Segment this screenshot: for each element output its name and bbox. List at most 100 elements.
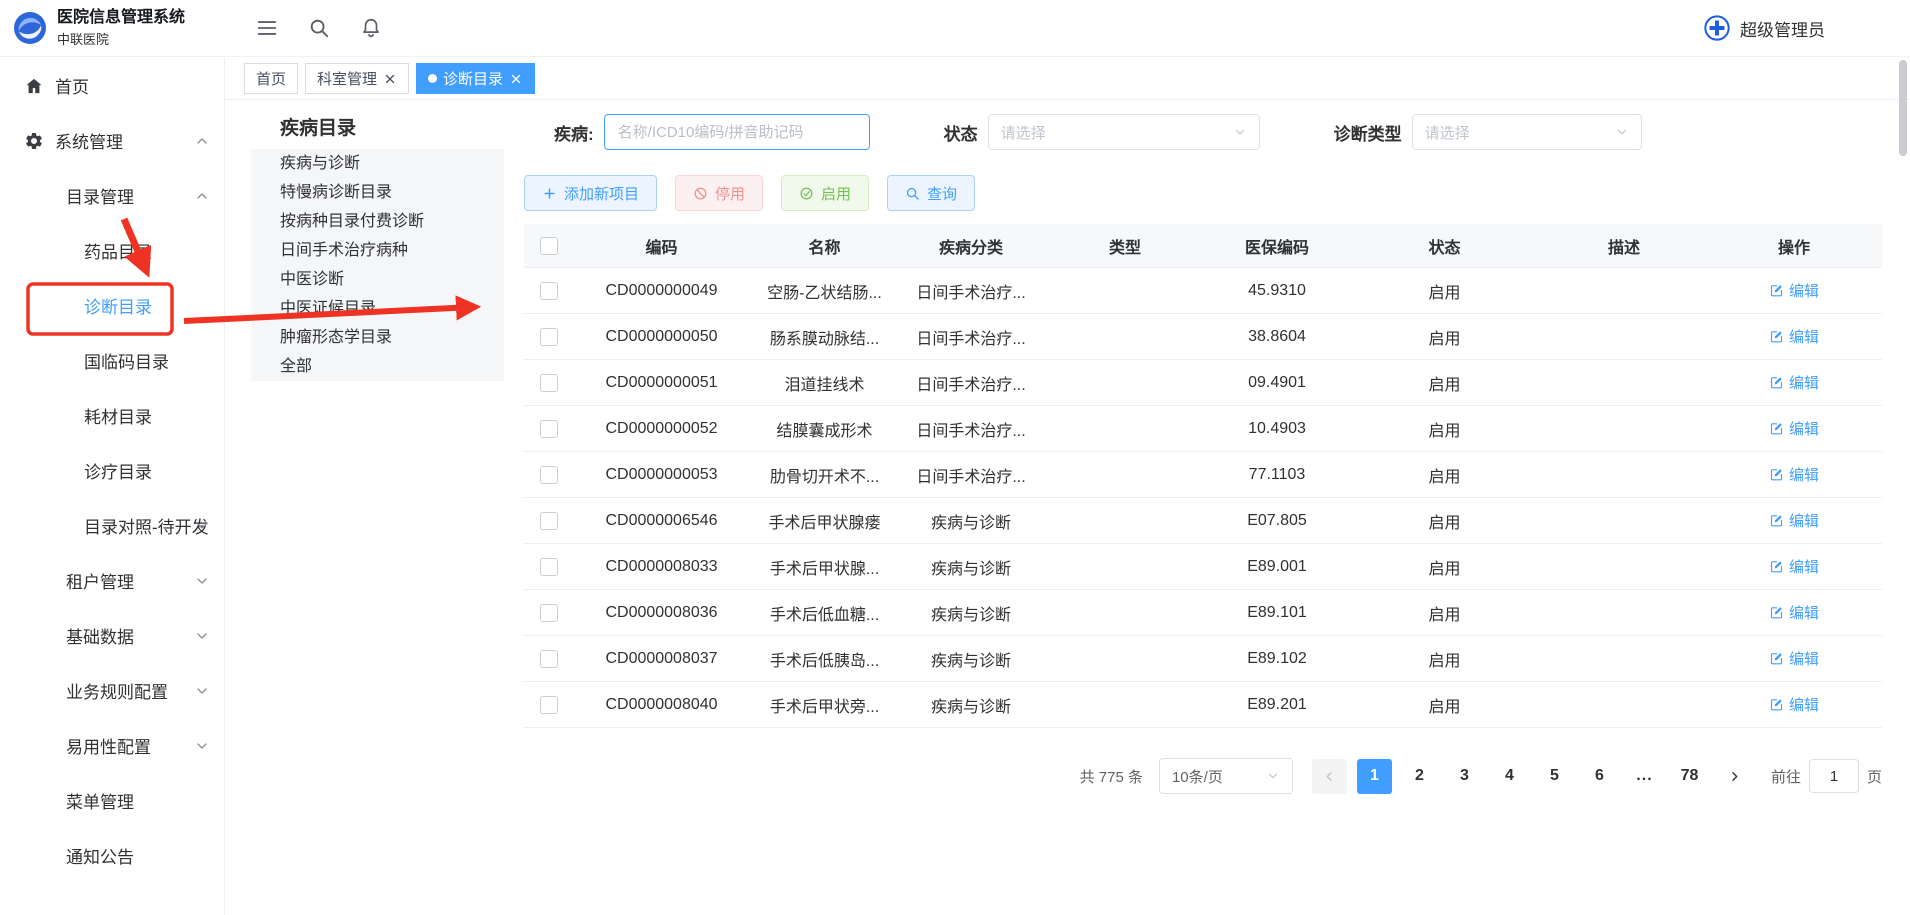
vertical-scrollbar[interactable]	[1899, 60, 1907, 156]
page-button[interactable]: 78	[1672, 759, 1707, 794]
close-tab-icon[interactable]	[383, 72, 397, 86]
page-button[interactable]: 3	[1447, 759, 1482, 794]
disease-search-input[interactable]	[604, 114, 870, 150]
sidebar-item-national-code-catalog[interactable]: 国临码目录	[0, 333, 224, 388]
plus-icon	[542, 186, 557, 201]
goto-page-input[interactable]	[1809, 759, 1859, 793]
sidebar-item-base-data[interactable]: 基础数据	[0, 608, 224, 663]
notification-button[interactable]	[360, 17, 382, 39]
edit-button[interactable]: 编辑	[1769, 326, 1819, 347]
sidebar-item-label: 基础数据	[66, 623, 134, 648]
page-button[interactable]: 4	[1492, 759, 1527, 794]
edit-button[interactable]: 编辑	[1769, 694, 1819, 715]
page-button[interactable]: 6	[1582, 759, 1617, 794]
sidebar-item-label: 国临码目录	[84, 348, 169, 373]
catalog-item[interactable]: 疾病与诊断	[251, 149, 504, 178]
cell-code: CD0000000049	[573, 282, 750, 300]
next-page-button[interactable]	[1717, 759, 1752, 794]
row-checkbox[interactable]	[540, 282, 558, 300]
catalog-item[interactable]: 肿瘤形态学目录	[251, 323, 504, 352]
edit-button[interactable]: 编辑	[1769, 372, 1819, 393]
sidebar-item-business-rules[interactable]: 业务规则配置	[0, 663, 224, 718]
row-checkbox[interactable]	[540, 328, 558, 346]
close-tab-icon[interactable]	[509, 72, 523, 86]
sidebar-item-system-mgmt[interactable]: 系统管理	[0, 113, 224, 168]
catalog-item[interactable]: 全部	[251, 352, 504, 381]
sidebar-item-label: 首页	[55, 73, 89, 98]
catalog-item[interactable]: 按病种目录付费诊断	[251, 207, 504, 236]
row-checkbox[interactable]	[540, 604, 558, 622]
catalog-panel-title: 疾病目录	[251, 113, 504, 140]
sidebar-item-notice[interactable]: 通知公告	[0, 828, 224, 883]
edit-button[interactable]: 编辑	[1769, 418, 1819, 439]
sidebar-item-label: 业务规则配置	[66, 678, 168, 703]
sidebar-item-usability-config[interactable]: 易用性配置	[0, 718, 224, 773]
prev-page-button[interactable]	[1312, 759, 1347, 794]
sidebar-item-consumables-catalog[interactable]: 耗材目录	[0, 388, 224, 443]
diagnosis-type-select[interactable]: 请选择	[1412, 114, 1642, 150]
edit-button[interactable]: 编辑	[1769, 556, 1819, 577]
edit-button[interactable]: 编辑	[1769, 602, 1819, 623]
cell-status: 启用	[1347, 601, 1542, 625]
sidebar-item-tenant-mgmt[interactable]: 租户管理	[0, 553, 224, 608]
select-all-checkbox[interactable]	[540, 237, 558, 255]
disable-button[interactable]: 停用	[675, 175, 763, 211]
type-filter-label: 诊断类型	[1334, 120, 1402, 145]
row-checkbox[interactable]	[540, 650, 558, 668]
add-item-button[interactable]: 添加新项目	[524, 175, 657, 211]
cell-name: 空肠-乙状结肠...	[750, 279, 899, 303]
cell-status: 启用	[1347, 647, 1542, 671]
edit-button[interactable]: 编辑	[1769, 648, 1819, 669]
query-button[interactable]: 查询	[887, 175, 975, 211]
cell-insurance: E89.201	[1207, 696, 1347, 714]
chevron-down-icon	[194, 738, 210, 754]
tab-home[interactable]: 首页	[244, 63, 298, 94]
cell-category: 日间手术治疗...	[899, 371, 1043, 395]
page-button[interactable]: 1	[1357, 759, 1392, 794]
diagnosis-content: 疾病: 状态 请选择 诊断类型 请选择 添加新项目 停用	[524, 113, 1882, 794]
page-size-select[interactable]: 10条/页	[1159, 758, 1293, 794]
sidebar-item-drug-catalog[interactable]: 药品目录	[0, 223, 224, 278]
sidebar-item-treatment-catalog[interactable]: 诊疗目录	[0, 443, 224, 498]
status-select[interactable]: 请选择	[988, 114, 1260, 150]
more-pages-button[interactable]: ...	[1627, 759, 1662, 794]
row-checkbox[interactable]	[540, 466, 558, 484]
page-button[interactable]: 5	[1537, 759, 1572, 794]
sidebar-item-label: 易用性配置	[66, 733, 151, 758]
edit-button[interactable]: 编辑	[1769, 464, 1819, 485]
sidebar-item-catalog-mapping[interactable]: 目录对照-待开发	[0, 498, 224, 553]
cell-status: 启用	[1347, 279, 1542, 303]
active-dot	[428, 74, 437, 83]
sidebar-item-diagnosis-catalog[interactable]: 诊断目录	[0, 278, 224, 333]
main-content: 疾病目录 疾病与诊断 特慢病诊断目录 按病种目录付费诊断 日间手术治疗病种 中医…	[226, 100, 1910, 915]
total-count: 共 775 条	[1080, 766, 1143, 787]
cell-insurance: 09.4901	[1207, 374, 1347, 392]
page-button[interactable]: 2	[1402, 759, 1437, 794]
edit-icon	[1769, 283, 1784, 298]
row-checkbox[interactable]	[540, 558, 558, 576]
enable-button[interactable]: 启用	[781, 175, 869, 211]
cell-status: 启用	[1347, 325, 1542, 349]
catalog-item[interactable]: 中医证候目录	[251, 294, 504, 323]
edit-icon	[1769, 375, 1784, 390]
col-header-action: 操作	[1706, 234, 1882, 258]
collapse-menu-button[interactable]	[256, 17, 278, 39]
row-checkbox[interactable]	[540, 512, 558, 530]
edit-button[interactable]: 编辑	[1769, 510, 1819, 531]
sidebar-item-catalog-mgmt[interactable]: 目录管理	[0, 168, 224, 223]
row-checkbox[interactable]	[540, 374, 558, 392]
catalog-item[interactable]: 中医诊断	[251, 265, 504, 294]
tab-diagnosis-catalog[interactable]: 诊断目录	[416, 63, 535, 94]
header-search-button[interactable]	[308, 17, 330, 39]
row-checkbox[interactable]	[540, 696, 558, 714]
user-menu[interactable]: 超级管理员	[1703, 14, 1825, 42]
chevron-up-icon	[194, 133, 210, 149]
row-checkbox[interactable]	[540, 420, 558, 438]
catalog-item[interactable]: 特慢病诊断目录	[251, 178, 504, 207]
edit-icon	[1769, 651, 1784, 666]
catalog-item[interactable]: 日间手术治疗病种	[251, 236, 504, 265]
sidebar-item-menu-mgmt[interactable]: 菜单管理	[0, 773, 224, 828]
tab-department-mgmt[interactable]: 科室管理	[305, 63, 409, 94]
sidebar-item-home[interactable]: 首页	[0, 58, 224, 113]
edit-button[interactable]: 编辑	[1769, 280, 1819, 301]
